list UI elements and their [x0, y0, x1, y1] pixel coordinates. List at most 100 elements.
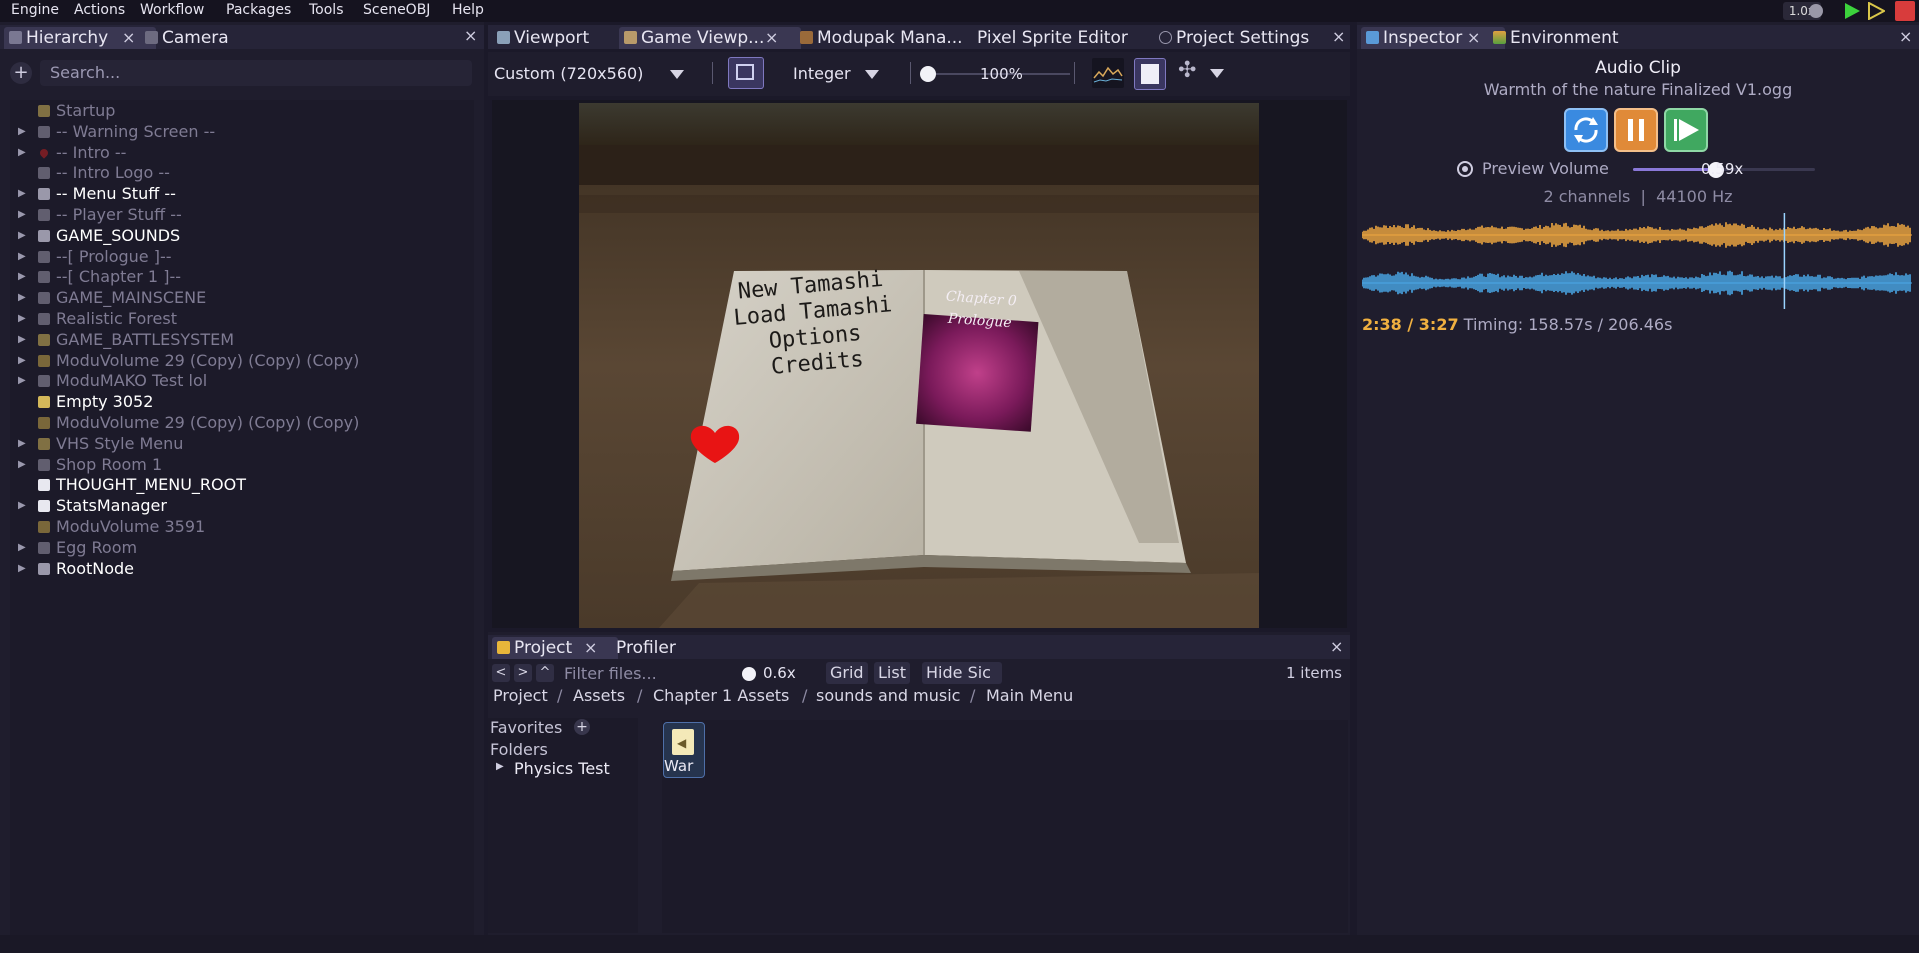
hierarchy-item[interactable]: ▶ --[ Chapter 1 ]--	[0, 267, 475, 287]
view-grid-button[interactable]: Grid	[826, 662, 868, 684]
hierarchy-item[interactable]: ▶ Realistic Forest	[0, 309, 475, 329]
icon-scale-knob[interactable]	[742, 667, 756, 681]
tab-modupak[interactable]: Modupak Mana...	[795, 27, 987, 49]
file-tile[interactable]: ◀ War	[663, 722, 705, 778]
breadcrumb-chapter1[interactable]: Chapter 1 Assets	[653, 686, 789, 705]
close-panel-icon[interactable]: ×	[1330, 637, 1343, 656]
tab-profiler[interactable]: Profiler	[608, 637, 696, 659]
hierarchy-item[interactable]: Empty 3052	[0, 392, 475, 412]
hierarchy-search-input[interactable]: Search...	[40, 60, 472, 86]
safe-frame-icon[interactable]	[1134, 58, 1166, 90]
scaling-dropdown[interactable]: Integer	[793, 61, 903, 87]
nav-up-button[interactable]: ^	[536, 664, 554, 682]
game-render[interactable]: New Tamashi Load Tamashi Options Credits…	[579, 103, 1259, 628]
breadcrumb-main-menu[interactable]: Main Menu	[986, 686, 1073, 705]
expand-arrow-icon[interactable]: ▶	[18, 122, 26, 142]
hierarchy-item[interactable]: ▶ -- Player Stuff --	[0, 205, 475, 225]
expand-arrow-icon[interactable]: ▶	[18, 351, 26, 371]
view-list-button[interactable]: List	[874, 662, 910, 684]
expand-arrow-icon[interactable]: ▶	[18, 371, 26, 391]
menu-sceneobj[interactable]: SceneOBJ	[363, 0, 430, 22]
menu-engine[interactable]: Engine	[11, 0, 59, 22]
hierarchy-item[interactable]: ▶ StatsManager	[0, 496, 475, 516]
expand-arrow-icon[interactable]: ▶	[18, 226, 26, 246]
folder-item[interactable]: ▶ Physics Test	[496, 759, 636, 779]
expand-arrow-icon[interactable]: ▶	[18, 434, 26, 454]
record-icon[interactable]	[1809, 4, 1823, 18]
preview-volume-speaker-icon[interactable]	[1457, 161, 1473, 177]
tab-viewport[interactable]: Viewport	[492, 27, 634, 49]
hierarchy-item[interactable]: ModuVolume 3591	[0, 517, 475, 537]
hierarchy-item[interactable]: -- Intro Logo --	[0, 163, 475, 183]
hierarchy-item[interactable]: ▶ -- Menu Stuff --	[0, 184, 475, 204]
fit-screen-icon[interactable]	[728, 57, 764, 89]
hierarchy-item[interactable]: ▶ GAME_BATTLESYSTEM	[0, 330, 475, 350]
menu-packages[interactable]: Packages	[226, 0, 291, 22]
nav-back-button[interactable]: <	[492, 664, 510, 682]
hierarchy-item[interactable]: ▶ GAME_MAINSCENE	[0, 288, 475, 308]
stop-icon[interactable]	[1895, 1, 1915, 21]
play-icon[interactable]	[1843, 2, 1861, 20]
close-icon[interactable]: ×	[584, 637, 597, 659]
hierarchy-item[interactable]: ▶ -- Intro --	[0, 143, 475, 163]
tab-pixel-sprite-editor[interactable]: Pixel Sprite Editor	[967, 27, 1137, 49]
tab-inspector[interactable]: Inspector ×	[1361, 27, 1505, 49]
menu-help[interactable]: Help	[452, 0, 484, 22]
expand-arrow-icon[interactable]: ▶	[18, 143, 26, 163]
expand-arrow-icon[interactable]: ▶	[18, 205, 26, 225]
tab-camera[interactable]: Camera	[140, 27, 282, 49]
breadcrumb-project[interactable]: Project	[493, 686, 548, 705]
expand-arrow-icon[interactable]: ▶	[18, 288, 26, 308]
zoom-slider-knob[interactable]	[920, 66, 936, 82]
preview-volume-slider[interactable]: 0.59x	[1633, 159, 1815, 181]
chevron-down-icon[interactable]	[1210, 69, 1224, 78]
loop-button[interactable]	[1564, 108, 1608, 152]
hierarchy-item[interactable]: ▶ Shop Room 1	[0, 455, 475, 475]
tab-project-settings[interactable]: Project Settings	[1154, 27, 1356, 49]
hierarchy-item[interactable]: ▶ RootNode	[0, 559, 475, 579]
hierarchy-item[interactable]: Startup	[0, 101, 475, 121]
expand-arrow-icon[interactable]: ▶	[496, 761, 504, 772]
hierarchy-item[interactable]: THOUGHT_MENU_ROOT	[0, 475, 475, 495]
expand-arrow-icon[interactable]: ▶	[18, 455, 26, 475]
hierarchy-item[interactable]: ▶ VHS Style Menu	[0, 434, 475, 454]
menu-workflow[interactable]: Workflow	[140, 0, 204, 22]
expand-arrow-icon[interactable]: ▶	[18, 267, 26, 287]
expand-arrow-icon[interactable]: ▶	[18, 559, 26, 579]
step-icon[interactable]	[1867, 2, 1885, 20]
hierarchy-item[interactable]: ▶ --[ Prologue ]--	[0, 247, 475, 267]
tab-game-viewport[interactable]: Game Viewp... ×	[619, 27, 801, 49]
menu-actions[interactable]: Actions	[74, 0, 125, 22]
expand-arrow-icon[interactable]: ▶	[18, 330, 26, 350]
play-from-start-button[interactable]	[1664, 108, 1708, 152]
close-icon[interactable]: ×	[122, 27, 135, 49]
expand-arrow-icon[interactable]: ▶	[18, 184, 26, 204]
tab-hierarchy[interactable]: Hierarchy ×	[4, 27, 156, 49]
resolution-dropdown[interactable]: Custom (720x560)	[494, 61, 694, 87]
tab-environment[interactable]: Environment	[1488, 27, 1650, 49]
zoom-slider[interactable]: 100%	[920, 61, 1070, 87]
add-favorite-button[interactable]: +	[574, 719, 590, 735]
expand-arrow-icon[interactable]: ▶	[18, 309, 26, 329]
filter-files-input[interactable]: Filter files...	[564, 664, 724, 684]
waveform-display[interactable]	[1361, 209, 1912, 309]
close-icon[interactable]: ×	[765, 27, 778, 49]
pause-button[interactable]	[1614, 108, 1658, 152]
hierarchy-item[interactable]: ▶ -- Warning Screen --	[0, 122, 475, 142]
hide-sidebar-button[interactable]: Hide Sic	[922, 662, 1002, 684]
hierarchy-item[interactable]: ▶ GAME_SOUNDS	[0, 226, 475, 246]
close-panel-icon[interactable]: ×	[464, 26, 477, 45]
menu-tools[interactable]: Tools	[309, 0, 344, 22]
close-panel-icon[interactable]: ×	[1332, 27, 1345, 46]
sparkle-effects-icon[interactable]: ✣	[1178, 58, 1196, 83]
expand-arrow-icon[interactable]: ▶	[18, 247, 26, 267]
breadcrumb-sounds[interactable]: sounds and music	[816, 686, 960, 705]
close-icon[interactable]: ×	[1467, 27, 1480, 49]
breadcrumb-assets[interactable]: Assets	[573, 686, 625, 705]
hierarchy-item[interactable]: ▶ Egg Room	[0, 538, 475, 558]
hierarchy-item[interactable]: ModuVolume 29 (Copy) (Copy) (Copy)	[0, 413, 475, 433]
stats-graph-icon[interactable]	[1092, 58, 1124, 88]
close-panel-icon[interactable]: ×	[1899, 27, 1912, 46]
expand-arrow-icon[interactable]: ▶	[18, 496, 26, 516]
hierarchy-item[interactable]: ▶ ModuVolume 29 (Copy) (Copy) (Copy)	[0, 351, 475, 371]
